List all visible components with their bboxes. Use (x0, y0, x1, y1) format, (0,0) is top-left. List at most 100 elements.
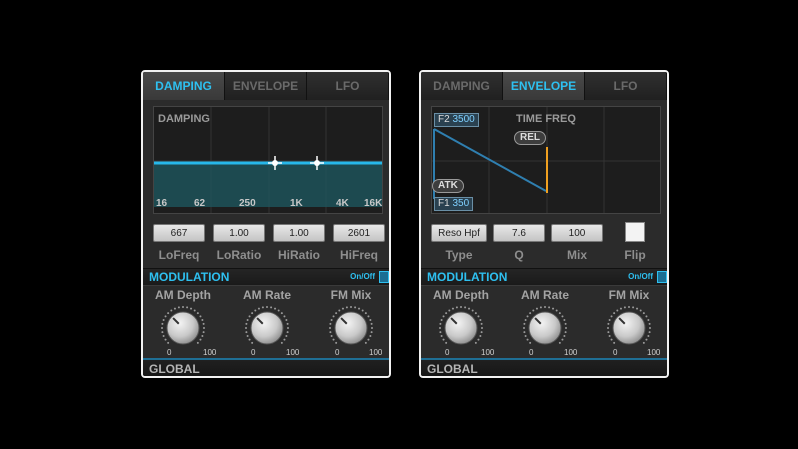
global-title: GLOBAL (427, 362, 478, 376)
knob-scale-dot (341, 307, 344, 310)
knob-scale-dot (367, 338, 370, 341)
knob-scale-dot (182, 306, 184, 308)
tab-lfo[interactable]: LFO (307, 72, 389, 100)
tab-damping[interactable]: DAMPING (143, 72, 225, 100)
knob-scale-dot (202, 322, 205, 325)
modulation-onoff-button[interactable] (657, 271, 667, 283)
knob-scale-dot (371, 327, 373, 329)
knob-scale-dot (248, 315, 251, 318)
knob-scale-dot (529, 312, 532, 315)
knob-scale-dot (481, 327, 483, 329)
knob-scale-dot (361, 309, 364, 312)
tab-envelope[interactable]: ENVELOPE (225, 72, 307, 100)
knob-scale-dot (464, 306, 467, 309)
knob-scale-dot (330, 335, 333, 338)
knob-scale-dot (639, 309, 642, 312)
loratio-label: LoRatio (216, 248, 262, 262)
modulation-title: MODULATION (149, 270, 230, 284)
modulation-onoff-button[interactable] (379, 271, 389, 283)
knob-scale-dot (170, 309, 173, 312)
knob-scale-dot (251, 341, 254, 344)
knob-scale-dot (329, 331, 332, 334)
envelope-display[interactable]: F2 3500 TIME FREQ REL ATK F1 350 (431, 106, 661, 214)
knob-scale-dot (246, 335, 249, 338)
tab-bar: DAMPING ENVELOPE LFO (421, 72, 667, 100)
knob-scale-dot (608, 318, 611, 321)
fm-mix-label: FM Mix (330, 288, 372, 302)
knob-scale-dot (455, 306, 458, 309)
hifreq-value[interactable]: 2601 (333, 224, 385, 242)
am-depth-label: AM Depth (433, 288, 489, 302)
type-value[interactable]: Reso Hpf (431, 224, 487, 242)
knob-scale-dot (193, 309, 196, 312)
knob-scale-dot (445, 341, 448, 344)
modulation-header: MODULATION On/Off (143, 268, 389, 286)
knob-scale-dot (471, 309, 474, 312)
knob-scale-dot (561, 338, 564, 341)
modulation-header: MODULATION On/Off (421, 268, 667, 286)
hiratio-label: HiRatio (278, 248, 320, 262)
knob-scale-dot (451, 307, 454, 310)
freq-label-16k: 16K (364, 198, 383, 209)
am-depth-max: 100 (203, 348, 217, 357)
knob-scale-dot (332, 338, 335, 341)
am-rate-min: 0 (251, 348, 256, 357)
knob-scale-dot (199, 315, 202, 318)
f1-tag[interactable]: F1 350 (434, 197, 474, 211)
fm-mix-knob[interactable] (603, 304, 655, 350)
knob-scale-dot (526, 338, 529, 341)
knob-scale-dot (287, 327, 289, 329)
knob-scale-dot (563, 318, 566, 321)
knob-scale-dot (460, 306, 462, 308)
hiratio-value[interactable]: 1.00 (273, 224, 325, 242)
knob-scale-dot (645, 315, 648, 318)
knob-scale-dot (561, 315, 564, 318)
knob-scale-dot (539, 306, 542, 309)
damping-curve-display[interactable]: DAMPING 16 62 250 1K 4K 16K (153, 106, 383, 214)
knob-scale-dot (162, 335, 165, 338)
knob-scale-dot (564, 331, 567, 334)
knob-scale-dot (186, 306, 189, 309)
fm-mix-knob[interactable] (325, 304, 377, 350)
knob-scale-dot (280, 312, 283, 315)
knob-scale-dot (330, 318, 333, 321)
lofreq-value[interactable]: 667 (153, 224, 205, 242)
knob-scale-dot (332, 315, 335, 318)
hifreq-label: HiFreq (339, 248, 378, 262)
knob-scale-dot (173, 307, 176, 310)
q-value[interactable]: 7.6 (493, 224, 545, 242)
f2-tag[interactable]: F2 3500 (434, 113, 479, 127)
knob-scale-dot (277, 309, 280, 312)
am-depth-knob[interactable] (435, 304, 487, 350)
knob-scale-dot (445, 312, 448, 315)
knob-scale-dot (364, 312, 367, 315)
knob-scale-dot (283, 338, 286, 341)
knob-scale-dot (607, 331, 610, 334)
am-depth-knob[interactable] (157, 304, 209, 350)
knob-scale-dot (442, 315, 445, 318)
knob-scale-dot (564, 322, 567, 325)
knob-cap (528, 311, 562, 345)
knob-cap (612, 311, 646, 345)
display-title: DAMPING (158, 113, 210, 125)
loratio-value[interactable]: 1.00 (213, 224, 265, 242)
knob-scale-dot (565, 327, 567, 329)
am-rate-label: AM Rate (520, 288, 569, 302)
knob-scale-dot (167, 341, 170, 344)
modulation-onoff-label: On/Off (350, 272, 375, 281)
knob-scale-dot (358, 307, 361, 310)
knob-scale-dot (161, 331, 164, 334)
am-rate-knob[interactable] (519, 304, 571, 350)
tab-envelope[interactable]: ENVELOPE (503, 72, 585, 100)
atk-handle[interactable]: ATK (432, 179, 464, 193)
rel-handle[interactable]: REL (514, 131, 546, 145)
am-rate-knob[interactable] (241, 304, 293, 350)
tab-lfo[interactable]: LFO (585, 72, 667, 100)
knob-scale-dot (354, 306, 357, 309)
mix-value[interactable]: 100 (551, 224, 603, 242)
tab-damping[interactable]: DAMPING (421, 72, 503, 100)
freq-label-62: 62 (194, 198, 206, 209)
knob-scale-dot (364, 341, 367, 344)
flip-checkbox[interactable] (625, 222, 645, 242)
mix-label: Mix (566, 248, 587, 262)
